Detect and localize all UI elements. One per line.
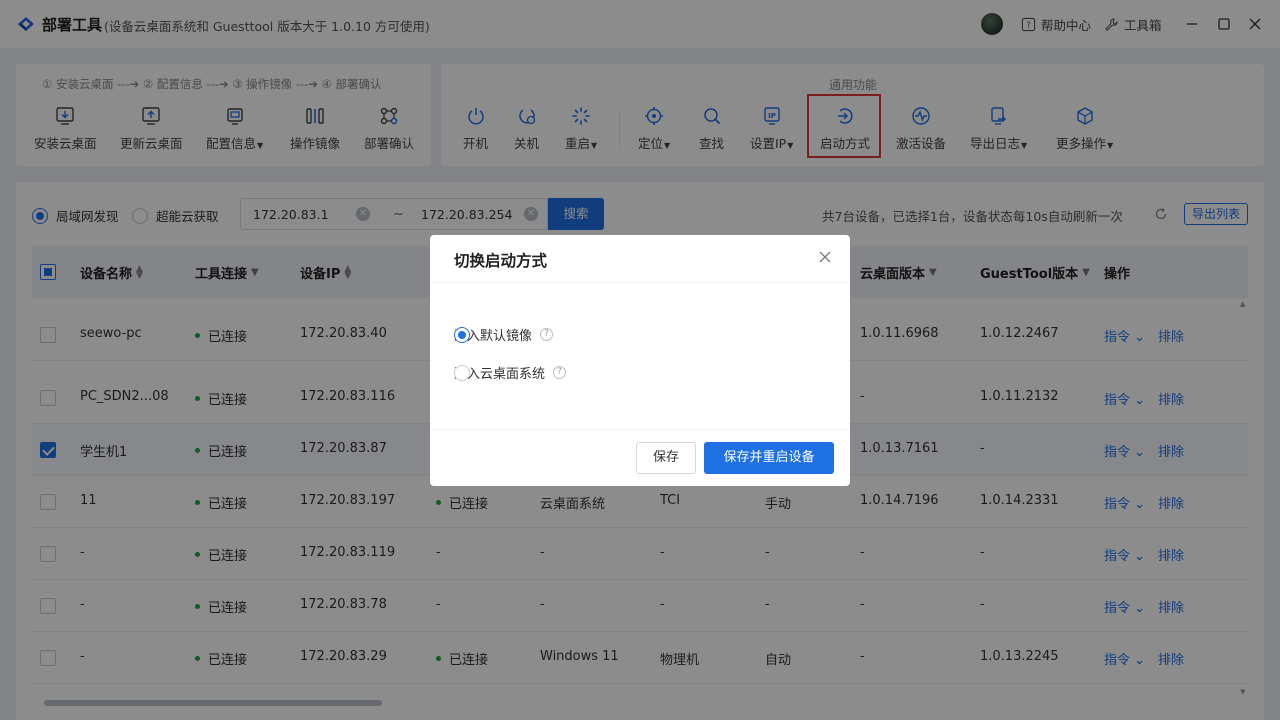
save-and-restart-button[interactable]: 保存并重启设备	[704, 442, 834, 474]
save-button[interactable]: 保存	[636, 442, 696, 474]
option-cloud-system[interactable]: 进入云桌面系统 ?	[454, 363, 567, 382]
help-icon[interactable]: ?	[553, 366, 567, 379]
dialog-divider	[430, 282, 850, 283]
dialog-divider	[430, 429, 850, 430]
close-icon[interactable]	[818, 250, 832, 264]
radio-unselected-icon	[454, 364, 470, 381]
boot-mode-dialog: 切换启动方式 进入默认镜像 ? 进入云桌面系统 ? 保存 保存并重启设备	[430, 235, 850, 486]
option-default-image[interactable]: 进入默认镜像 ?	[454, 325, 554, 344]
help-icon[interactable]: ?	[540, 328, 554, 341]
dialog-title: 切换启动方式	[454, 252, 548, 270]
radio-selected-icon	[454, 326, 470, 343]
